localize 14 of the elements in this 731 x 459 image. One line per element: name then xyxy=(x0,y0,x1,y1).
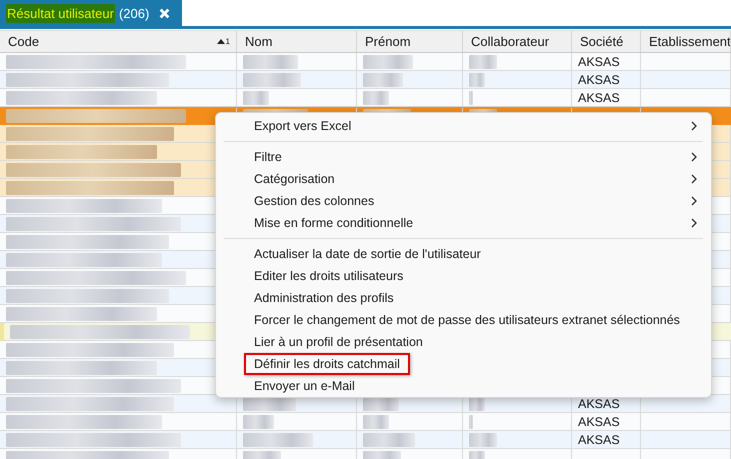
table-cell: AKSAS xyxy=(578,90,620,104)
column-label: Nom xyxy=(245,34,272,49)
column-label: Société xyxy=(580,34,624,49)
sort-index: 1 xyxy=(226,37,230,46)
column-label: Code xyxy=(8,34,40,49)
table-cell: AKSAS xyxy=(578,432,620,446)
table-cell: AKSAS xyxy=(578,54,620,68)
table-cell: AKSAS xyxy=(578,72,620,86)
column-label: Collaborateur xyxy=(471,34,550,49)
column-label: Prénom xyxy=(365,34,411,49)
table-cell: AKSAS xyxy=(578,396,620,410)
result-count: (206) xyxy=(118,6,150,20)
table-cell: AKSAS xyxy=(578,414,620,428)
tab-label: Résultat utilisateur xyxy=(6,4,115,22)
